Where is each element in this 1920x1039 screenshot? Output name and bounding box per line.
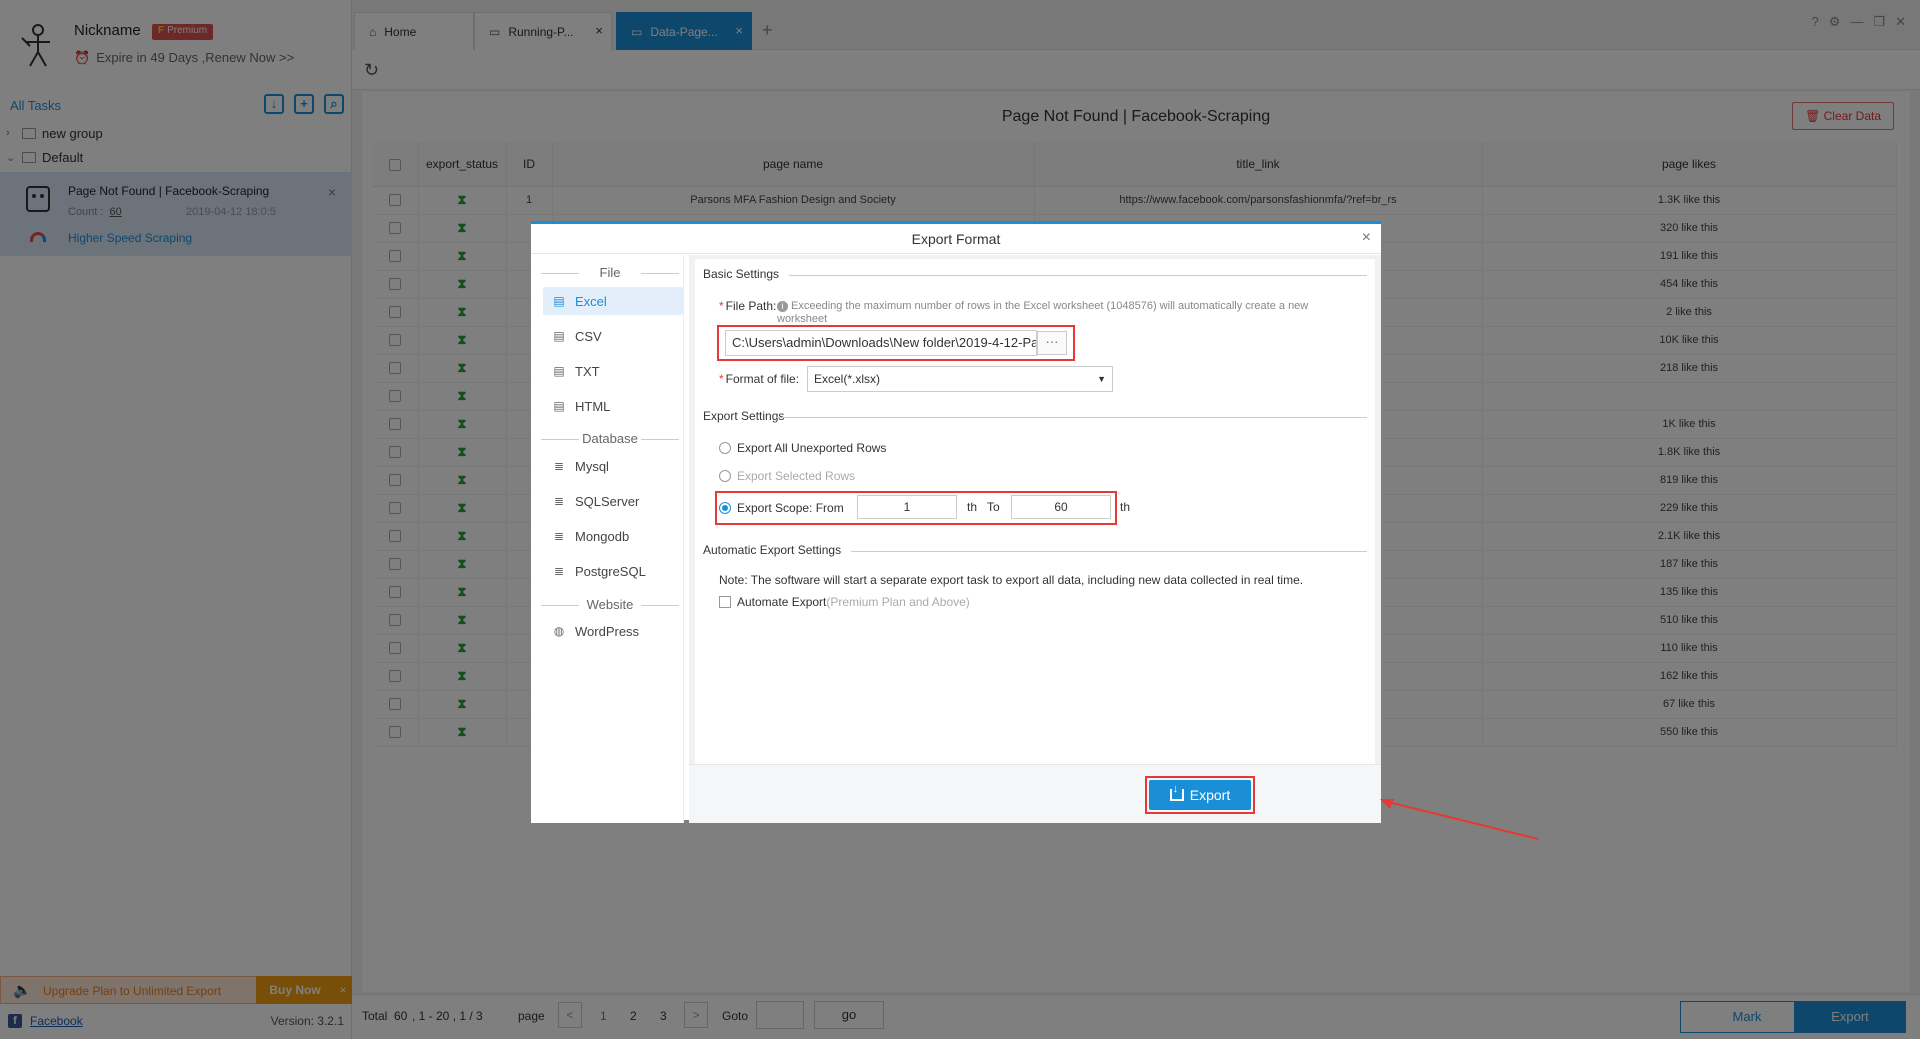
- format-label: TXT: [575, 363, 600, 379]
- to-label: To: [987, 500, 1000, 514]
- radio-icon[interactable]: [719, 442, 731, 454]
- section-website: Website: [541, 597, 679, 613]
- database-icon: ≣: [553, 494, 565, 508]
- option-export-all[interactable]: Export All Unexported Rows: [719, 439, 886, 457]
- file-icon: ▤: [553, 399, 565, 413]
- option-export-selected[interactable]: Export Selected Rows: [719, 467, 855, 485]
- format-csv[interactable]: ▤ CSV: [543, 322, 683, 350]
- download-icon: [1169, 783, 1184, 801]
- info-icon: i: [777, 301, 788, 312]
- format-value: Excel(*.xlsx): [814, 372, 881, 386]
- export-confirm-button[interactable]: Export: [1149, 780, 1251, 810]
- file-icon: ▤: [553, 294, 565, 308]
- auto-export-note: Note: The software will start a separate…: [719, 573, 1304, 587]
- format-txt[interactable]: ▤ TXT: [543, 357, 683, 385]
- settings-panel: Basic Settings * File Path: i Exceeding th…: [695, 259, 1375, 764]
- radio-icon[interactable]: [719, 470, 731, 482]
- option-label: Export Scope: From: [737, 501, 844, 515]
- export-settings-header: Export Settings: [703, 409, 1367, 423]
- annotation-arrow: [1380, 799, 1539, 840]
- section-title: Automatic Export Settings: [703, 543, 842, 557]
- checkbox-hint: (Premium Plan and Above): [826, 595, 970, 609]
- globe-icon: ◍: [553, 624, 565, 638]
- browse-button[interactable]: ···: [1037, 331, 1067, 355]
- section-title: Basic Settings: [703, 267, 780, 281]
- db-label: PostgreSQL: [575, 563, 646, 579]
- format-html[interactable]: ▤ HTML: [543, 392, 683, 420]
- automate-export-option[interactable]: Automate Export (Premium Plan and Above): [719, 595, 970, 609]
- web-wordpress[interactable]: ◍ WordPress: [543, 617, 683, 645]
- export-format-dialog: Export Format × File ▤ Excel ▤ CSV ▤ TXT ▤ H…: [531, 221, 1381, 823]
- file-path-note: i Exceeding the maximum number of rows in…: [777, 300, 1337, 326]
- format-label: HTML: [575, 398, 611, 414]
- scope-to-input[interactable]: 60: [1011, 495, 1111, 519]
- file-path-note-text: Exceeding the maximum number of rows in …: [777, 300, 1309, 325]
- db-sqlserver[interactable]: ≣ SQLServer: [543, 487, 683, 515]
- file-icon: ▤: [553, 364, 565, 378]
- section-database: Database: [541, 431, 679, 447]
- database-icon: ≣: [553, 529, 565, 543]
- scope-from-input[interactable]: 1: [857, 495, 957, 519]
- format-label: Excel: [575, 293, 607, 309]
- basic-settings-header: Basic Settings: [703, 267, 1367, 281]
- option-export-scope[interactable]: Export Scope: From: [719, 499, 844, 517]
- file-path-text: File Path:: [725, 299, 777, 313]
- format-label: * Format of file:: [719, 372, 800, 386]
- db-postgresql[interactable]: ≣ PostgreSQL: [543, 557, 683, 585]
- close-icon[interactable]: ×: [1362, 229, 1371, 247]
- auto-export-header: Automatic Export Settings: [703, 543, 1367, 557]
- option-label: Export All Unexported Rows: [737, 441, 887, 455]
- section-title: Export Settings: [703, 409, 785, 423]
- checkbox-label: Automate Export: [737, 595, 827, 609]
- format-text: Format of file:: [725, 372, 800, 386]
- settings-area: Basic Settings * File Path: i Exceeding th…: [689, 255, 1381, 823]
- export-label: Export: [1189, 787, 1231, 803]
- caret-down-icon: ▼: [1097, 374, 1106, 384]
- db-label: Mongodb: [575, 528, 630, 544]
- checkbox[interactable]: [719, 596, 731, 608]
- format-label: CSV: [575, 328, 602, 344]
- db-mongodb[interactable]: ≣ Mongodb: [543, 522, 683, 550]
- file-path-label: * File Path:: [719, 299, 777, 313]
- option-label: Export Selected Rows: [737, 469, 856, 483]
- section-file: File: [541, 265, 679, 281]
- db-label: SQLServer: [575, 493, 640, 509]
- file-path-input[interactable]: C:\Users\admin\Downloads\New folder\2019…: [725, 330, 1037, 356]
- format-excel[interactable]: ▤ Excel: [543, 287, 683, 315]
- db-label: Mysql: [575, 458, 609, 474]
- file-icon: ▤: [553, 329, 565, 343]
- db-mysql[interactable]: ≣ Mysql: [543, 452, 683, 480]
- database-icon: ≣: [553, 564, 565, 578]
- radio-selected-icon[interactable]: [719, 502, 731, 514]
- web-label: WordPress: [575, 623, 640, 639]
- th-label: th: [967, 500, 978, 514]
- format-select[interactable]: Excel(*.xlsx) ▼: [807, 366, 1113, 392]
- format-sidebar: File ▤ Excel ▤ CSV ▤ TXT ▤ HTML Database ≣ My…: [531, 255, 684, 823]
- th-label: th: [1120, 500, 1131, 514]
- dialog-title: Export Format: [531, 224, 1381, 254]
- database-icon: ≣: [553, 459, 565, 473]
- dialog-footer: Export: [689, 764, 1381, 823]
